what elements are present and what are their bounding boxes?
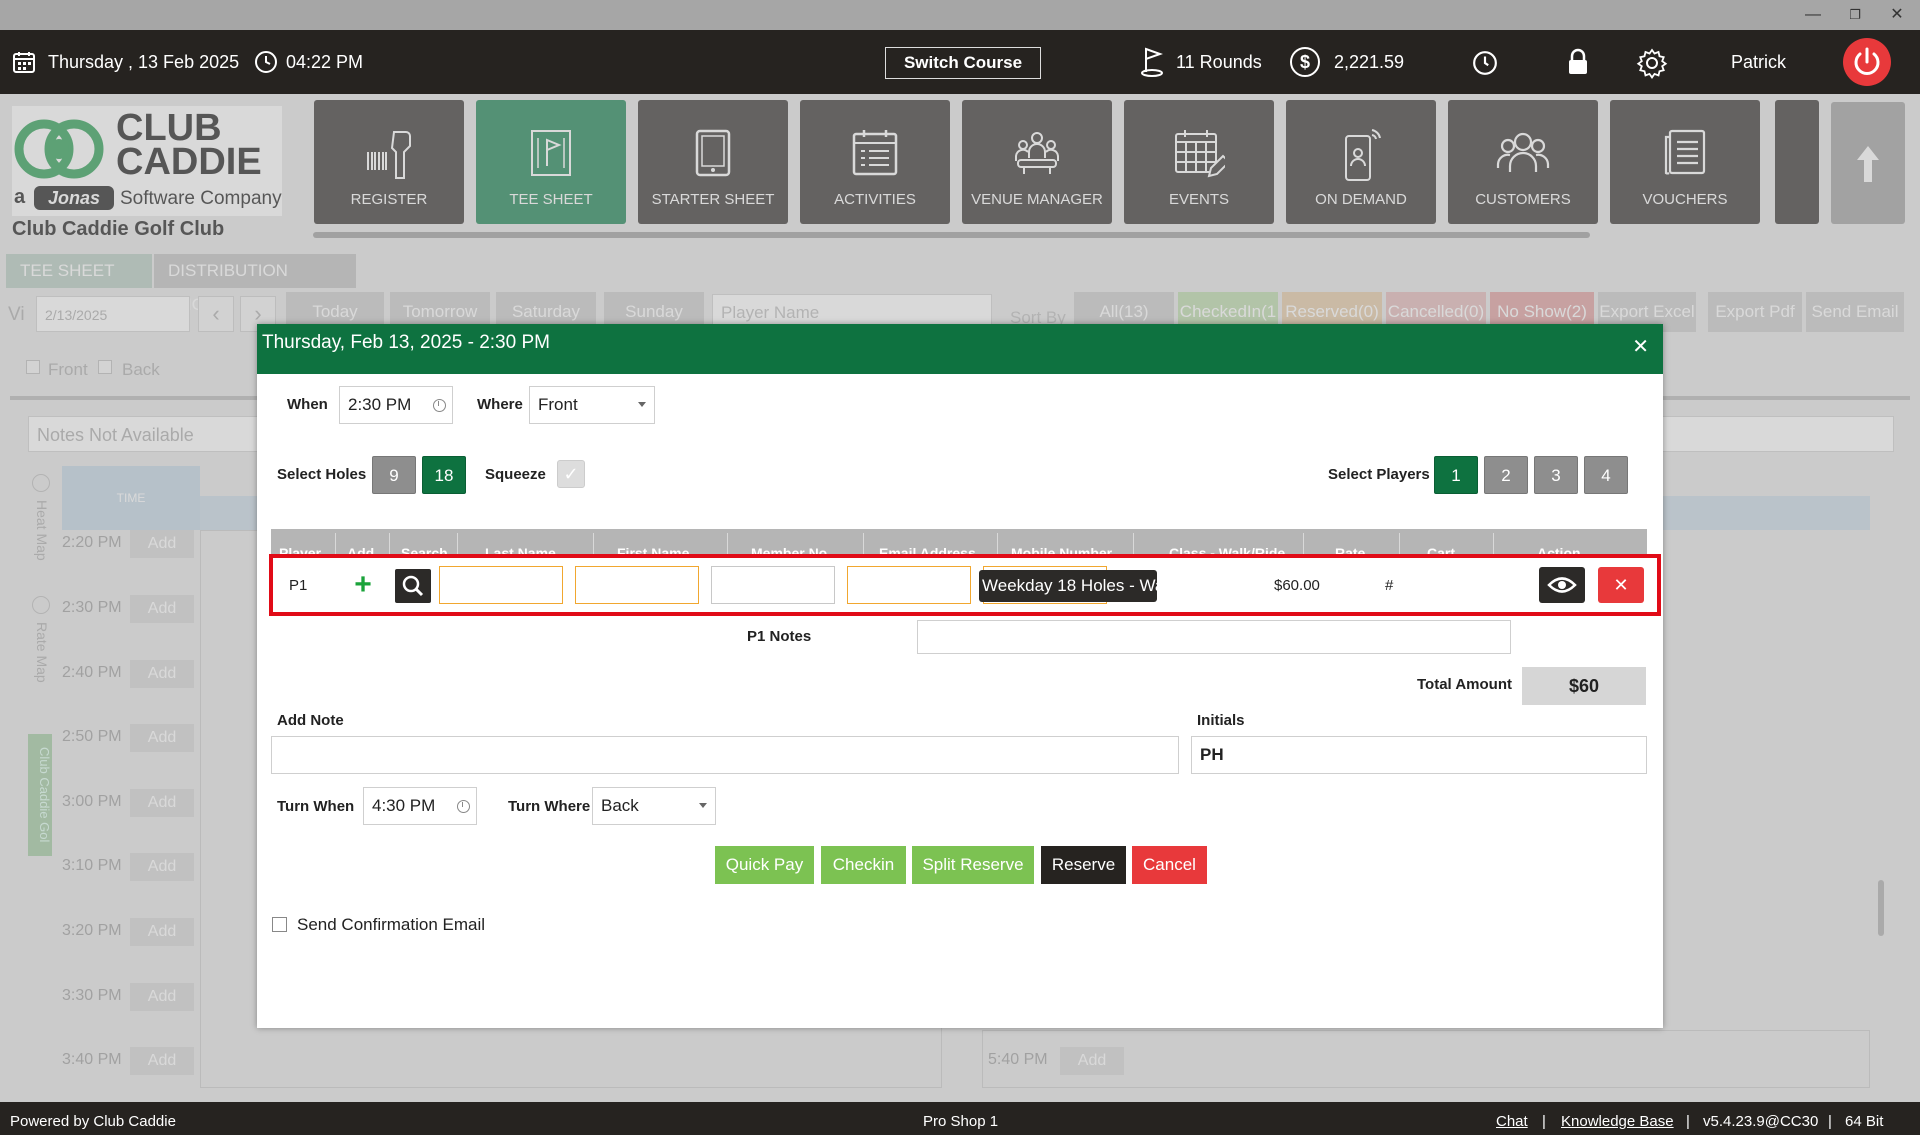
dollar-icon: $ (1290, 47, 1320, 77)
holes-18-button[interactable]: 18 (422, 456, 466, 494)
turn-where-label: Turn Where (508, 798, 591, 815)
window-titlebar: — ❐ ✕ (0, 0, 1920, 30)
total-amount-value: $60 (1522, 667, 1646, 705)
when-label: When (287, 396, 328, 413)
turn-where-select[interactable]: Back (592, 787, 716, 825)
switch-course-button[interactable]: Switch Course (885, 47, 1041, 79)
settings-gear-icon[interactable] (1636, 47, 1668, 79)
status-bar: Powered by Club Caddie Pro Shop 1 Chat |… (0, 1102, 1920, 1135)
power-button[interactable] (1843, 38, 1891, 86)
minimize-icon[interactable]: — (1800, 4, 1826, 26)
member-no-input[interactable] (711, 566, 835, 604)
header-date: Thursday , 13 Feb 2025 (48, 52, 240, 72)
search-player-button[interactable] (395, 569, 431, 603)
version: v5.4.23.9@CC30 (1703, 1113, 1819, 1130)
header-time: 04:22 PM (286, 52, 364, 72)
power-icon (1854, 47, 1880, 75)
send-confirmation-label: Send Confirmation Email (297, 915, 486, 934)
clock-icon (457, 800, 470, 813)
when-time-value: 2:30 PM (348, 395, 412, 414)
class-select[interactable]: Weekday 18 Holes - Wa (979, 570, 1157, 602)
holes-9-button[interactable]: 9 (372, 456, 416, 494)
where-select[interactable]: Front (529, 386, 655, 424)
bitness: 64 Bit (1845, 1113, 1884, 1130)
remove-player-button[interactable]: ✕ (1598, 567, 1644, 603)
last-name-input[interactable] (439, 566, 563, 604)
user-name[interactable]: Patrick (1731, 30, 1786, 94)
balance-amount: 2,221.59 (1334, 52, 1405, 72)
first-name-input[interactable] (575, 566, 699, 604)
players-4-button[interactable]: 4 (1584, 456, 1628, 494)
email-input[interactable] (847, 566, 971, 604)
clock-icon (255, 51, 277, 73)
squeeze-checkbox[interactable]: ✓ (557, 460, 585, 488)
where-value: Front (538, 395, 578, 414)
checkin-button[interactable]: Checkin (821, 846, 906, 884)
history-clock-icon[interactable] (1472, 50, 1498, 76)
search-icon (402, 575, 424, 597)
calendar-icon (13, 52, 35, 73)
eye-icon (1547, 577, 1577, 593)
status-separator: | (1828, 1113, 1832, 1130)
shop-name: Pro Shop 1 (923, 1113, 999, 1130)
turn-when-input[interactable]: 4:30 PM (363, 787, 477, 825)
when-time-input[interactable]: 2:30 PM (339, 386, 453, 424)
reservation-dialog: Thursday, Feb 13, 2025 - 2:30 PM ✕ When … (257, 324, 1663, 1028)
golf-flag-icon (1141, 47, 1163, 77)
chevron-down-icon (638, 402, 646, 407)
player-id: P1 (289, 577, 308, 594)
dialog-header: Thursday, Feb 13, 2025 - 2:30 PM ✕ (257, 324, 1663, 374)
cart-value: # (1385, 577, 1394, 594)
p1-notes-label: P1 Notes (747, 628, 812, 645)
clock-icon (433, 399, 446, 412)
rate-value: $60.00 (1274, 577, 1320, 594)
view-details-button[interactable] (1539, 567, 1585, 603)
chevron-down-icon (699, 803, 707, 808)
players-1-button[interactable]: 1 (1434, 456, 1478, 494)
turn-when-value: 4:30 PM (372, 796, 436, 815)
split-reserve-button[interactable]: Split Reserve (912, 846, 1034, 884)
player-row-highlighted: P1 + Weekday 18 Holes - Wa $60.00 # ✕ (269, 554, 1661, 616)
send-confirmation-checkbox[interactable] (272, 917, 287, 932)
where-label: Where (477, 396, 523, 413)
turn-when-label: Turn When (277, 798, 355, 815)
squeeze-label: Squeeze (485, 466, 546, 483)
select-players-label: Select Players (1328, 466, 1430, 483)
cancel-button[interactable]: Cancel (1132, 846, 1207, 884)
app-header: Thursday , 13 Feb 2025 04:22 PM Switch C… (0, 30, 1920, 94)
initials-input[interactable]: PH (1191, 736, 1647, 774)
players-2-button[interactable]: 2 (1484, 456, 1528, 494)
select-holes-label: Select Holes (277, 466, 367, 483)
total-amount-label: Total Amount (1417, 676, 1512, 693)
close-icon[interactable]: ✕ (1632, 334, 1649, 359)
add-player-icon[interactable]: + (347, 569, 379, 601)
restore-icon[interactable]: ❐ (1842, 4, 1868, 26)
dialog-title: Thursday, Feb 13, 2025 - 2:30 PM (262, 332, 550, 353)
reserve-button[interactable]: Reserve (1041, 846, 1126, 884)
add-note-label: Add Note (277, 712, 344, 729)
add-note-input[interactable] (271, 736, 1179, 774)
initials-label: Initials (1197, 712, 1245, 729)
quick-pay-button[interactable]: Quick Pay (715, 846, 814, 884)
lock-icon[interactable] (1566, 48, 1590, 76)
players-3-button[interactable]: 3 (1534, 456, 1578, 494)
svg-text:$: $ (1300, 52, 1310, 72)
turn-where-value: Back (601, 796, 639, 815)
status-separator: | (1542, 1113, 1546, 1130)
p1-notes-input[interactable] (917, 620, 1511, 654)
close-window-icon[interactable]: ✕ (1884, 4, 1910, 26)
rounds-count: 11 Rounds (1176, 52, 1262, 72)
status-separator: | (1686, 1113, 1690, 1130)
powered-by: Powered by Club Caddie (10, 1113, 176, 1130)
knowledge-base-link[interactable]: Knowledge Base (1561, 1102, 1674, 1135)
chat-link[interactable]: Chat (1496, 1102, 1528, 1135)
